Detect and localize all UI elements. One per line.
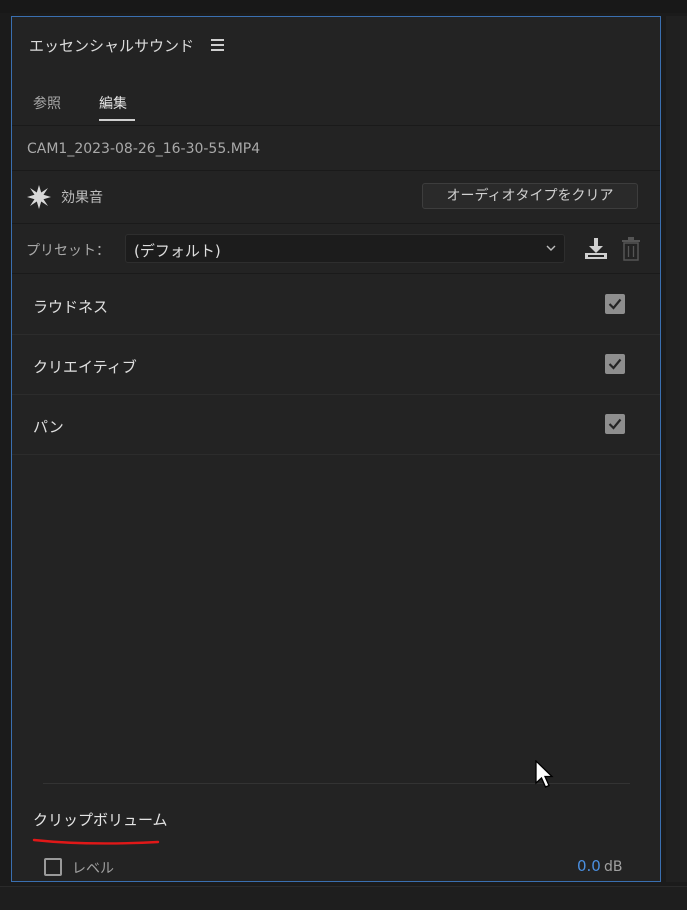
- section-loudness[interactable]: ラウドネス: [12, 275, 660, 335]
- top-strip: [0, 0, 687, 13]
- panel-header: エッセンシャルサウンド: [12, 17, 660, 75]
- red-annotation-underline: [32, 838, 160, 845]
- chevron-down-icon: [546, 245, 556, 251]
- clear-audio-type-button[interactable]: オーディオタイプをクリア: [422, 183, 638, 209]
- level-unit: dB: [604, 859, 623, 875]
- preset-dropdown[interactable]: (デフォルト): [125, 234, 565, 263]
- section-creative[interactable]: クリエイティブ: [12, 335, 660, 395]
- divider: [12, 125, 660, 126]
- preset-label: プリセット：: [26, 243, 110, 259]
- trash-icon[interactable]: [621, 237, 641, 261]
- section-label: クリエイティブ: [33, 358, 137, 376]
- tab-browse[interactable]: 参照: [33, 93, 61, 113]
- pan-checkbox[interactable]: [605, 414, 625, 434]
- app-window: エッセンシャルサウンド 参照 編集 CAM1_2023-08-26_16-30-…: [0, 0, 687, 910]
- panel-title: エッセンシャルサウンド: [29, 37, 195, 55]
- tab-bar: 参照 編集: [12, 85, 660, 125]
- essential-sound-panel: エッセンシャルサウンド 参照 編集 CAM1_2023-08-26_16-30-…: [11, 16, 661, 882]
- bottom-strip: [0, 886, 687, 910]
- active-tab-indicator: [99, 119, 135, 121]
- creative-checkbox[interactable]: [605, 354, 625, 374]
- divider: [12, 273, 660, 274]
- level-value[interactable]: 0.0: [577, 857, 601, 875]
- clip-volume-heading[interactable]: クリップボリューム: [33, 809, 168, 830]
- section-pan[interactable]: パン: [12, 395, 660, 455]
- section-label: パン: [33, 418, 64, 436]
- divider: [12, 223, 660, 224]
- mouse-cursor-icon: [535, 760, 554, 788]
- loudness-checkbox[interactable]: [605, 294, 625, 314]
- clip-name: CAM1_2023-08-26_16-30-55.MP4: [27, 141, 261, 157]
- divider: [12, 170, 660, 171]
- audio-type-label: 効果音: [61, 190, 103, 206]
- section-label: ラウドネス: [33, 298, 109, 316]
- level-label: レベル: [72, 861, 114, 877]
- preset-value: (デフォルト): [134, 242, 221, 260]
- hamburger-menu-icon[interactable]: [211, 39, 224, 51]
- download-icon[interactable]: [584, 238, 608, 260]
- level-checkbox[interactable]: [44, 858, 62, 876]
- right-gutter: [666, 16, 687, 882]
- tab-edit[interactable]: 編集: [99, 93, 127, 113]
- burst-icon: [27, 185, 51, 209]
